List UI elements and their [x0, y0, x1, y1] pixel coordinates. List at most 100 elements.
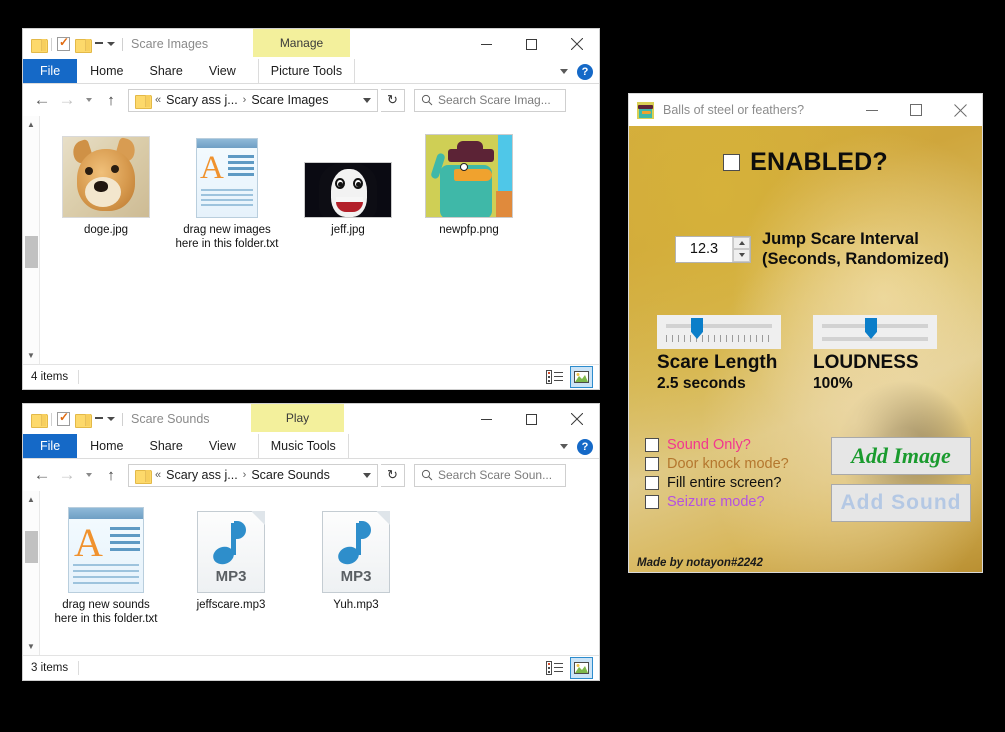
breadcrumb-current[interactable]: Scare Sounds	[251, 468, 330, 482]
address-bar[interactable]: « Scary ass j... › Scare Images	[128, 88, 378, 112]
minimize-button[interactable]	[464, 404, 509, 434]
contextual-tab-header[interactable]: Play	[251, 404, 344, 432]
close-button[interactable]	[938, 94, 982, 126]
recent-locations-caret-icon[interactable]	[81, 464, 97, 486]
details-view-button[interactable]	[543, 366, 566, 388]
enabled-toggle-row[interactable]: ENABLED?	[629, 148, 982, 177]
address-dropdown-icon[interactable]	[363, 472, 371, 478]
slider-track[interactable]	[657, 315, 781, 349]
minimize-ribbon-icon[interactable]	[560, 444, 568, 449]
option-fill-entire-screen[interactable]: Fill entire screen?	[645, 475, 817, 491]
spinner-down-icon[interactable]	[733, 249, 750, 262]
jump-scare-interval-row[interactable]: 12.3 Jump Scare Interval (Seconds, Rando…	[675, 229, 982, 269]
navigation-bar[interactable]: ← → ↑ « Scary ass j... › Scare Images ↻ …	[23, 84, 599, 116]
explorer-window-scare-images[interactable]: Scare Images Manage File Home Share View…	[22, 28, 600, 390]
customize-qat-caret-icon[interactable]	[95, 42, 117, 46]
back-button[interactable]: ←	[31, 89, 53, 111]
contextual-tab-header[interactable]: Manage	[253, 29, 350, 57]
navigation-pane-scrollbar[interactable]: ▲ ▼	[23, 491, 40, 655]
ribbon-tab-share[interactable]: Share	[137, 434, 196, 458]
window-buttons[interactable]	[464, 29, 599, 59]
folder-icon[interactable]	[31, 413, 48, 428]
maximize-button[interactable]	[894, 94, 938, 126]
file-item-drag-new-sounds[interactable]: A drag new sounds here in this folder.tx…	[54, 505, 158, 626]
large-icons-view-button[interactable]	[570, 366, 593, 388]
ribbon-tab-file[interactable]: File	[23, 434, 78, 458]
scroll-up-arrow-icon[interactable]: ▲	[23, 491, 39, 508]
refresh-button[interactable]: ↻	[381, 463, 405, 487]
new-folder-icon[interactable]	[75, 38, 92, 53]
window-buttons[interactable]	[464, 404, 599, 434]
maximize-button[interactable]	[509, 404, 554, 434]
up-button[interactable]: ↑	[100, 464, 122, 486]
spinner-up-icon[interactable]	[733, 236, 750, 249]
up-button[interactable]: ↑	[100, 89, 122, 111]
interval-value[interactable]: 12.3	[676, 237, 732, 262]
slider-thumb[interactable]	[865, 318, 877, 339]
navigation-bar[interactable]: ← → ↑ « Scary ass j... › Scare Sounds ↻ …	[23, 459, 599, 491]
interval-spinner[interactable]: 12.3	[675, 235, 751, 263]
file-item-jeff[interactable]: jeff.jpg	[296, 130, 400, 251]
ribbon-tab-home[interactable]: Home	[77, 59, 136, 83]
close-button[interactable]	[554, 29, 599, 59]
address-root[interactable]: «	[155, 94, 161, 106]
search-box[interactable]: Search Scare Imag...	[414, 88, 566, 112]
properties-icon[interactable]	[57, 35, 70, 51]
ribbon-tab-view[interactable]: View	[196, 59, 249, 83]
scroll-down-arrow-icon[interactable]: ▼	[23, 347, 39, 364]
folder-icon[interactable]	[31, 38, 48, 53]
enabled-checkbox[interactable]	[723, 154, 741, 171]
scroll-up-arrow-icon[interactable]: ▲	[23, 116, 39, 133]
ribbon-tab-music-tools[interactable]: Music Tools	[257, 434, 349, 458]
quick-access-toolbar[interactable]	[31, 35, 123, 53]
close-button[interactable]	[554, 404, 599, 434]
slider-track[interactable]	[813, 315, 937, 349]
scrollbar-thumb[interactable]	[25, 531, 38, 563]
option-door-knock-mode[interactable]: Door knock mode?	[645, 456, 817, 472]
slider-loudness[interactable]: LOUDNESS 100%	[813, 315, 937, 393]
ribbon-tab-view[interactable]: View	[196, 434, 249, 458]
file-item-drag-new-images[interactable]: A drag new images here in this folder.tx…	[175, 130, 279, 251]
slider-scare-length[interactable]: Scare Length 2.5 seconds	[657, 315, 781, 393]
scrollbar-thumb[interactable]	[25, 236, 38, 268]
back-button[interactable]: ←	[31, 464, 53, 486]
ribbon-tab-file[interactable]: File	[23, 59, 78, 83]
seizure-mode-checkbox[interactable]	[645, 495, 659, 509]
view-buttons[interactable]	[543, 657, 593, 679]
new-folder-icon[interactable]	[75, 413, 92, 428]
navigation-pane-scrollbar[interactable]: ▲ ▼	[23, 116, 40, 364]
file-item-doge[interactable]: doge.jpg	[54, 130, 158, 251]
breadcrumb-parent[interactable]: Scary ass j...	[166, 468, 238, 482]
help-icon[interactable]: ?	[577, 438, 593, 455]
option-seizure-mode[interactable]: Seizure mode?	[645, 494, 817, 510]
scroll-down-arrow-icon[interactable]: ▼	[23, 638, 39, 655]
breadcrumb-current[interactable]: Scare Images	[251, 93, 328, 107]
breadcrumb-parent[interactable]: Scary ass j...	[166, 93, 238, 107]
minimize-button[interactable]	[464, 29, 509, 59]
jump-scare-app-window[interactable]: Balls of steel or feathers? ENABLED? 12.…	[628, 93, 983, 573]
details-view-button[interactable]	[543, 657, 566, 679]
quick-access-toolbar[interactable]	[31, 410, 123, 428]
file-item-yuh[interactable]: MP3 Yuh.mp3	[304, 505, 408, 626]
file-item-newpfp[interactable]: newpfp.png	[417, 130, 521, 251]
maximize-button[interactable]	[509, 29, 554, 59]
address-dropdown-icon[interactable]	[363, 97, 371, 103]
door-knock-mode-checkbox[interactable]	[645, 457, 659, 471]
spinner-arrows[interactable]	[732, 236, 750, 262]
properties-icon[interactable]	[57, 410, 70, 426]
large-icons-view-button[interactable]	[570, 657, 593, 679]
forward-button[interactable]: →	[56, 464, 78, 486]
ribbon-tab-share[interactable]: Share	[137, 59, 196, 83]
option-sound-only[interactable]: Sound Only?	[645, 437, 817, 453]
add-image-button[interactable]: Add Image	[831, 437, 971, 475]
address-root[interactable]: «	[155, 469, 161, 481]
window-buttons[interactable]	[850, 94, 982, 126]
search-box[interactable]: Search Scare Soun...	[414, 463, 566, 487]
minimize-ribbon-icon[interactable]	[560, 69, 568, 74]
file-list-pane[interactable]: A drag new sounds here in this folder.tx…	[40, 491, 599, 655]
sound-only-checkbox[interactable]	[645, 438, 659, 452]
view-buttons[interactable]	[543, 366, 593, 388]
recent-locations-caret-icon[interactable]	[81, 89, 97, 111]
ribbon-tab-bar[interactable]: File Home Share View Picture Tools ?	[23, 59, 599, 84]
file-list-pane[interactable]: doge.jpg A drag new images here in this …	[40, 116, 599, 364]
